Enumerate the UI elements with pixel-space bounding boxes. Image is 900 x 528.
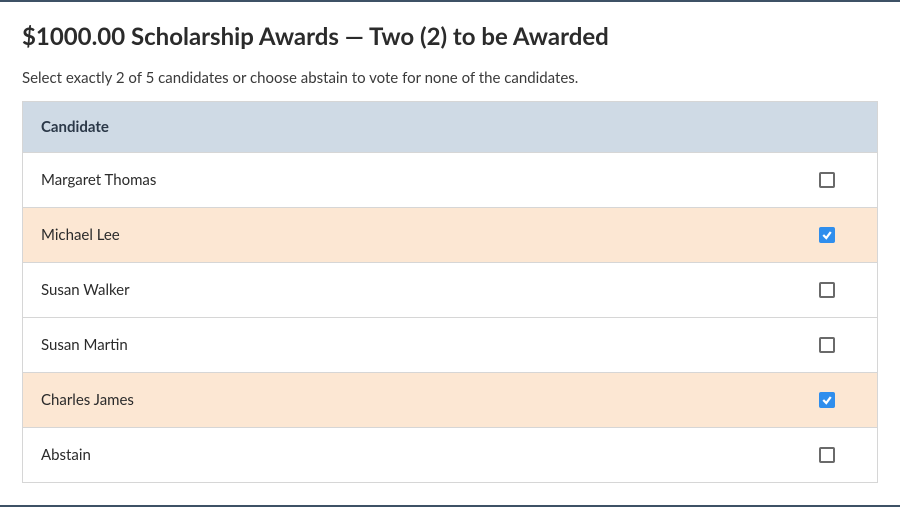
table-row[interactable]: Margaret Thomas <box>23 153 877 208</box>
candidate-checkbox[interactable] <box>819 172 835 188</box>
candidate-name: Michael Lee <box>41 226 120 244</box>
candidate-checkbox[interactable] <box>819 227 835 243</box>
table-row[interactable]: Charles James <box>23 373 877 428</box>
check-icon <box>821 229 833 241</box>
candidate-name: Charles James <box>41 391 134 409</box>
candidate-checkbox[interactable] <box>819 282 835 298</box>
candidate-table: Candidate Margaret Thomas Michael Lee <box>22 101 878 483</box>
checkbox-cell <box>819 282 859 298</box>
checkbox-cell <box>819 392 859 408</box>
candidate-checkbox[interactable] <box>819 337 835 353</box>
table-row[interactable]: Susan Martin <box>23 318 877 373</box>
checkbox-cell <box>819 447 859 463</box>
page-title: $1000.00 Scholarship Awards — Two (2) to… <box>22 22 878 51</box>
candidate-checkbox[interactable] <box>819 447 835 463</box>
ballot-container: $1000.00 Scholarship Awards — Two (2) to… <box>0 0 900 507</box>
candidate-name: Susan Martin <box>41 336 128 354</box>
check-icon <box>821 394 833 406</box>
checkbox-cell <box>819 227 859 243</box>
table-row[interactable]: Abstain <box>23 428 877 482</box>
checkbox-cell <box>819 337 859 353</box>
candidate-checkbox[interactable] <box>819 392 835 408</box>
checkbox-cell <box>819 172 859 188</box>
table-row[interactable]: Susan Walker <box>23 263 877 318</box>
candidate-name: Abstain <box>41 446 91 464</box>
candidate-name: Margaret Thomas <box>41 171 156 189</box>
candidate-name: Susan Walker <box>41 281 130 299</box>
ballot-instructions: Select exactly 2 of 5 candidates or choo… <box>22 69 878 87</box>
table-row[interactable]: Michael Lee <box>23 208 877 263</box>
table-header-candidate: Candidate <box>23 102 877 153</box>
